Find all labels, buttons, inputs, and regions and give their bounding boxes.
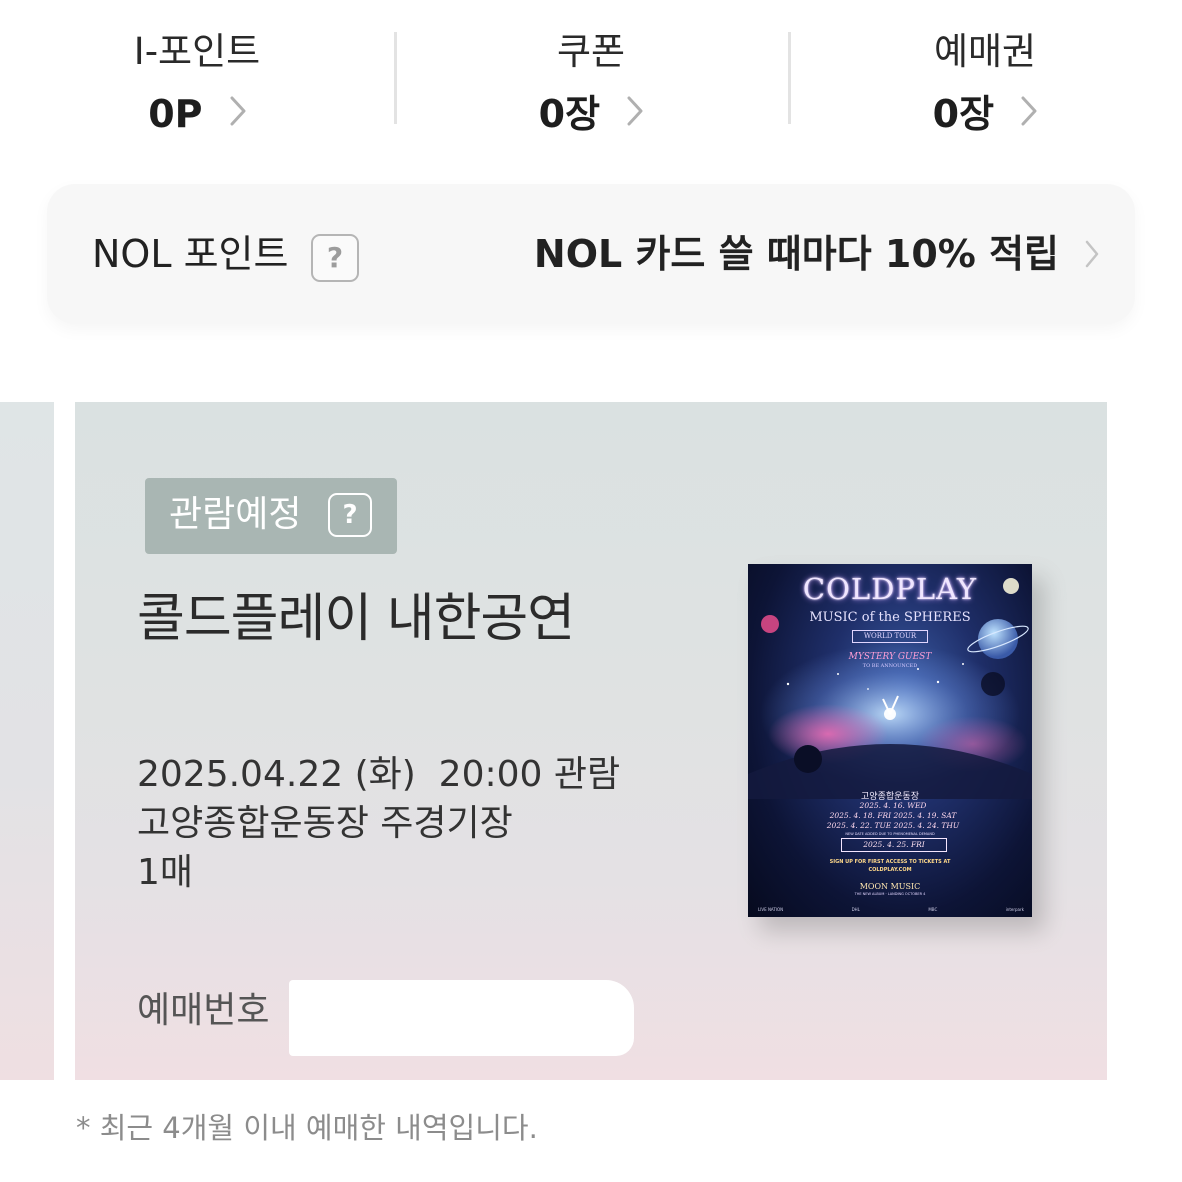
- nol-card-promo: NOL 카드 쓸 때마다 10% 적립: [533, 232, 1059, 276]
- benefits-summary: I-포인트 0P 쿠폰 0장 예매권 0장: [0, 0, 1182, 150]
- sponsor-logo: interpark: [1005, 906, 1024, 912]
- poster-guest: MYSTERY GUEST: [848, 652, 932, 662]
- i-point-stat[interactable]: I-포인트 0P: [0, 28, 394, 148]
- poster-date-line: 2025. 4. 22. TUE 2025. 4. 24. THU: [826, 821, 960, 830]
- poster-site: COLDPLAY.COM: [868, 867, 912, 873]
- poster-dates: 2025. 4. 16. WED 2025. 4. 18. FRI 2025. …: [808, 801, 978, 831]
- chevron-right-icon: [1021, 87, 1037, 139]
- chevron-right-icon: [230, 87, 246, 139]
- poster-new-date-note: NEW DATE ADDED DUE TO PHENOMENAL DEMAND: [845, 832, 935, 836]
- poster-tour: WORLD TOUR: [852, 630, 928, 643]
- poster-date-line: 2025. 4. 16. WED: [859, 801, 927, 810]
- coupon-stat[interactable]: 쿠폰 0장: [394, 28, 788, 148]
- question-icon[interactable]: ?: [328, 493, 372, 537]
- coupon-value: 0장: [538, 92, 601, 136]
- poster-album-sub: THE NEW ALBUM · LANDING OCTOBER 4: [854, 892, 926, 896]
- i-point-label: I-포인트: [133, 30, 261, 73]
- poster-date-line: 2025. 4. 18. FRI 2025. 4. 19. SAT: [829, 811, 957, 820]
- show-title: 콜드플레이 내한공연: [137, 589, 575, 649]
- chevron-right-icon: [627, 87, 643, 139]
- poster-signup-text: SIGN UP FOR FIRST ACCESS TO TICKETS AT: [829, 859, 951, 865]
- i-point-value: 0P: [148, 92, 203, 136]
- poster-album: MOON MUSIC: [859, 882, 921, 891]
- voucher-value: 0장: [932, 92, 995, 136]
- status-badge: 관람예정 ?: [145, 478, 397, 554]
- show-poster: COLDPLAY MUSIC of the SPHERES WORLD TOUR…: [748, 564, 1032, 917]
- booking-number-redacted: [289, 980, 634, 1056]
- sponsor-logo: MBC: [928, 906, 938, 912]
- poster-signup: SIGN UP FOR FIRST ACCESS TO TICKETS AT C…: [748, 858, 1032, 874]
- sponsor-logo: DHL: [851, 906, 860, 912]
- ticket-quantity: 1매: [137, 852, 194, 893]
- poster-title: COLDPLAY: [802, 572, 978, 606]
- voucher-label: 예매권: [933, 30, 1037, 73]
- booking-number-label: 예매번호: [137, 990, 270, 1031]
- question-icon[interactable]: ?: [311, 234, 359, 282]
- nol-point-title: NOL 포인트: [92, 232, 289, 276]
- nol-point-banner[interactable]: NOL 포인트 ? NOL 카드 쓸 때마다 10% 적립: [47, 184, 1135, 324]
- show-datetime: 2025.04.22 (화) 20:00 관람: [137, 754, 621, 795]
- show-venue: 고양종합운동장 주경기장: [137, 803, 513, 844]
- chevron-right-icon: [1085, 240, 1099, 272]
- voucher-stat[interactable]: 예매권 0장: [788, 28, 1182, 148]
- previous-ticket-card[interactable]: [0, 402, 54, 1080]
- poster-subtitle: MUSIC of the SPHERES: [809, 610, 971, 625]
- history-footnote: * 최근 4개월 이내 예매한 내역입니다.: [76, 1111, 538, 1145]
- status-label: 관람예정: [169, 494, 302, 535]
- ticket-card[interactable]: 관람예정 ? 콜드플레이 내한공연 2025.04.22 (화) 20:00 관…: [75, 402, 1107, 1080]
- poster-guest-sub: TO BE ANNOUNCED: [862, 663, 918, 669]
- poster-sponsors: LIVE NATION DHL MBC interpark: [758, 904, 1024, 914]
- poster-new-date: 2025. 4. 25. FRI: [841, 838, 947, 852]
- sponsor-logo: LIVE NATION: [758, 906, 784, 912]
- coupon-label: 쿠폰: [556, 30, 626, 73]
